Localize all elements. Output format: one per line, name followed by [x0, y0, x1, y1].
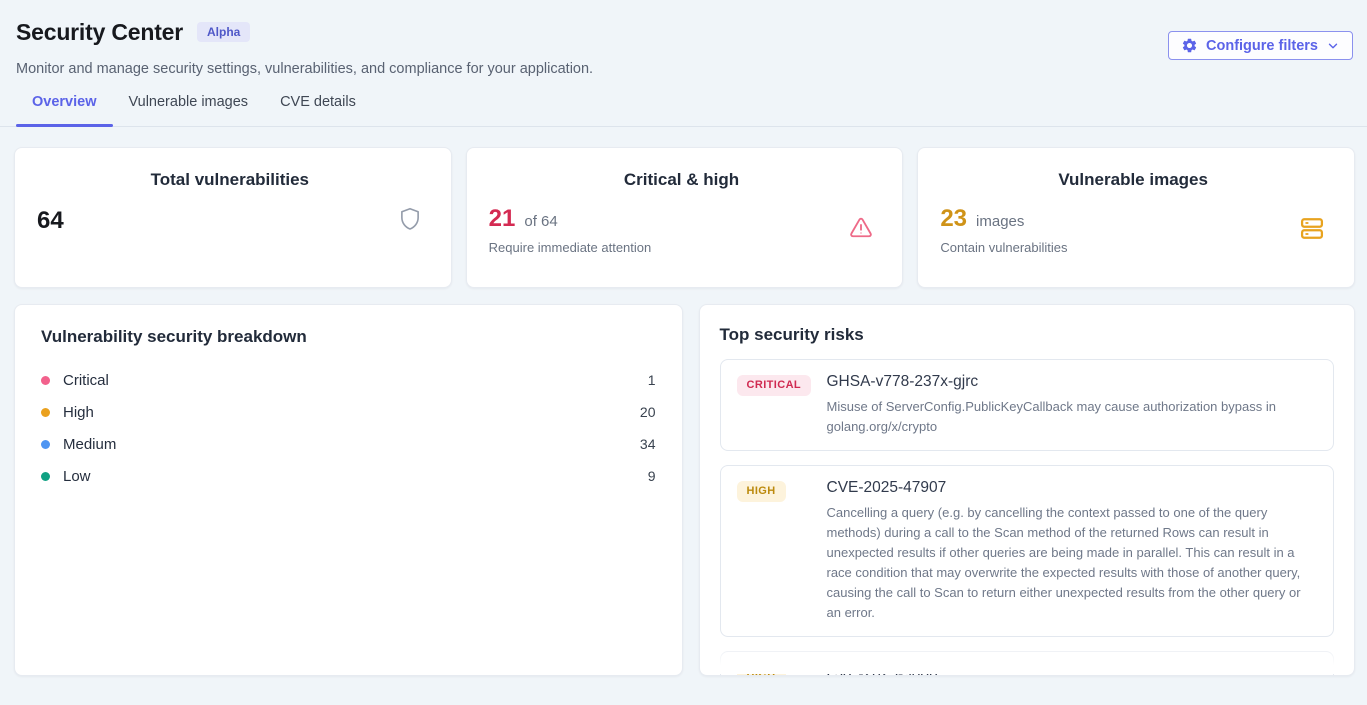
vulnerability-breakdown-panel: Vulnerability security breakdown Critica…	[14, 304, 683, 676]
legend-label: High	[63, 404, 94, 421]
severity-legend: Critical 1 High 20 Medium 34 Low 9	[41, 364, 656, 492]
risk-item-cve-2025-9086[interactable]: HIGH CVE-2025-9086	[720, 651, 1335, 676]
stat-suffix: of 64	[524, 213, 557, 230]
risk-id: GHSA-v778-237x-gjrc	[827, 373, 1318, 391]
stat-value: 23	[940, 206, 967, 232]
page-title: Security Center	[16, 19, 183, 46]
legend-value: 20	[640, 404, 656, 420]
legend-label: Medium	[63, 436, 116, 453]
medium-dot-icon	[41, 440, 50, 449]
critical-dot-icon	[41, 376, 50, 385]
legend-row-high: High 20	[41, 396, 656, 428]
stat-title: Total vulnerabilities	[37, 170, 423, 190]
severity-badge: HIGH	[737, 667, 786, 676]
stat-suffix: images	[976, 213, 1024, 230]
legend-row-low: Low 9	[41, 460, 656, 492]
risk-description: Cancelling a query (e.g. by cancelling t…	[827, 503, 1318, 623]
high-dot-icon	[41, 408, 50, 417]
tab-overview[interactable]: Overview	[16, 81, 113, 126]
risks-title: Top security risks	[720, 325, 1335, 345]
legend-label: Critical	[63, 372, 109, 389]
tab-vulnerable-images[interactable]: Vulnerable images	[113, 81, 265, 126]
page-header: Security Center Alpha Monitor and manage…	[0, 0, 1367, 77]
stat-card-critical-high: Critical & high 21 of 64 Require immedia…	[466, 147, 904, 288]
warning-triangle-icon	[848, 215, 874, 246]
chevron-down-icon	[1326, 39, 1340, 53]
risk-item-cve-2025-47907[interactable]: HIGH CVE-2025-47907 Cancelling a query (…	[720, 465, 1335, 637]
page-subtitle: Monitor and manage security settings, vu…	[16, 61, 1351, 77]
configure-filters-label: Configure filters	[1206, 38, 1318, 54]
server-stack-icon	[1298, 215, 1326, 247]
risk-id: CVE-2025-47907	[827, 479, 1318, 497]
alpha-badge: Alpha	[197, 22, 250, 42]
legend-value: 1	[648, 372, 656, 388]
low-dot-icon	[41, 472, 50, 481]
legend-label: Low	[63, 468, 91, 485]
stat-description: Contain vulnerabilities	[940, 240, 1067, 255]
risk-description: Misuse of ServerConfig.PublicKeyCallback…	[827, 397, 1318, 437]
legend-row-critical: Critical 1	[41, 364, 656, 396]
stat-value: 21	[489, 206, 516, 232]
legend-value: 34	[640, 436, 656, 452]
stat-card-total-vulnerabilities: Total vulnerabilities 64	[14, 147, 452, 288]
stats-row: Total vulnerabilities 64 Critical & high…	[14, 147, 1355, 288]
configure-filters-button[interactable]: Configure filters	[1168, 31, 1353, 60]
panels-row: Vulnerability security breakdown Critica…	[14, 304, 1355, 676]
stat-value: 64	[37, 208, 64, 234]
risk-item-ghsa-v778-237x-gjrc[interactable]: CRITICAL GHSA-v778-237x-gjrc Misuse of S…	[720, 359, 1335, 451]
gear-icon	[1181, 37, 1198, 54]
stat-title: Critical & high	[489, 170, 875, 190]
stat-card-vulnerable-images: Vulnerable images 23 images Contain vuln…	[917, 147, 1355, 288]
stat-description: Require immediate attention	[489, 240, 652, 255]
tab-bar: Overview Vulnerable images CVE details	[0, 81, 1367, 127]
stat-title: Vulnerable images	[940, 170, 1326, 190]
severity-badge: CRITICAL	[737, 375, 812, 396]
risk-list: CRITICAL GHSA-v778-237x-gjrc Misuse of S…	[720, 359, 1335, 676]
legend-value: 9	[648, 468, 656, 484]
severity-badge: HIGH	[737, 481, 786, 502]
risk-id: CVE-2025-9086	[827, 665, 1318, 676]
tab-cve-details[interactable]: CVE details	[264, 81, 372, 126]
top-security-risks-panel: Top security risks CRITICAL GHSA-v778-23…	[699, 304, 1356, 676]
shield-icon	[397, 206, 423, 237]
legend-row-medium: Medium 34	[41, 428, 656, 460]
breakdown-title: Vulnerability security breakdown	[41, 327, 656, 347]
